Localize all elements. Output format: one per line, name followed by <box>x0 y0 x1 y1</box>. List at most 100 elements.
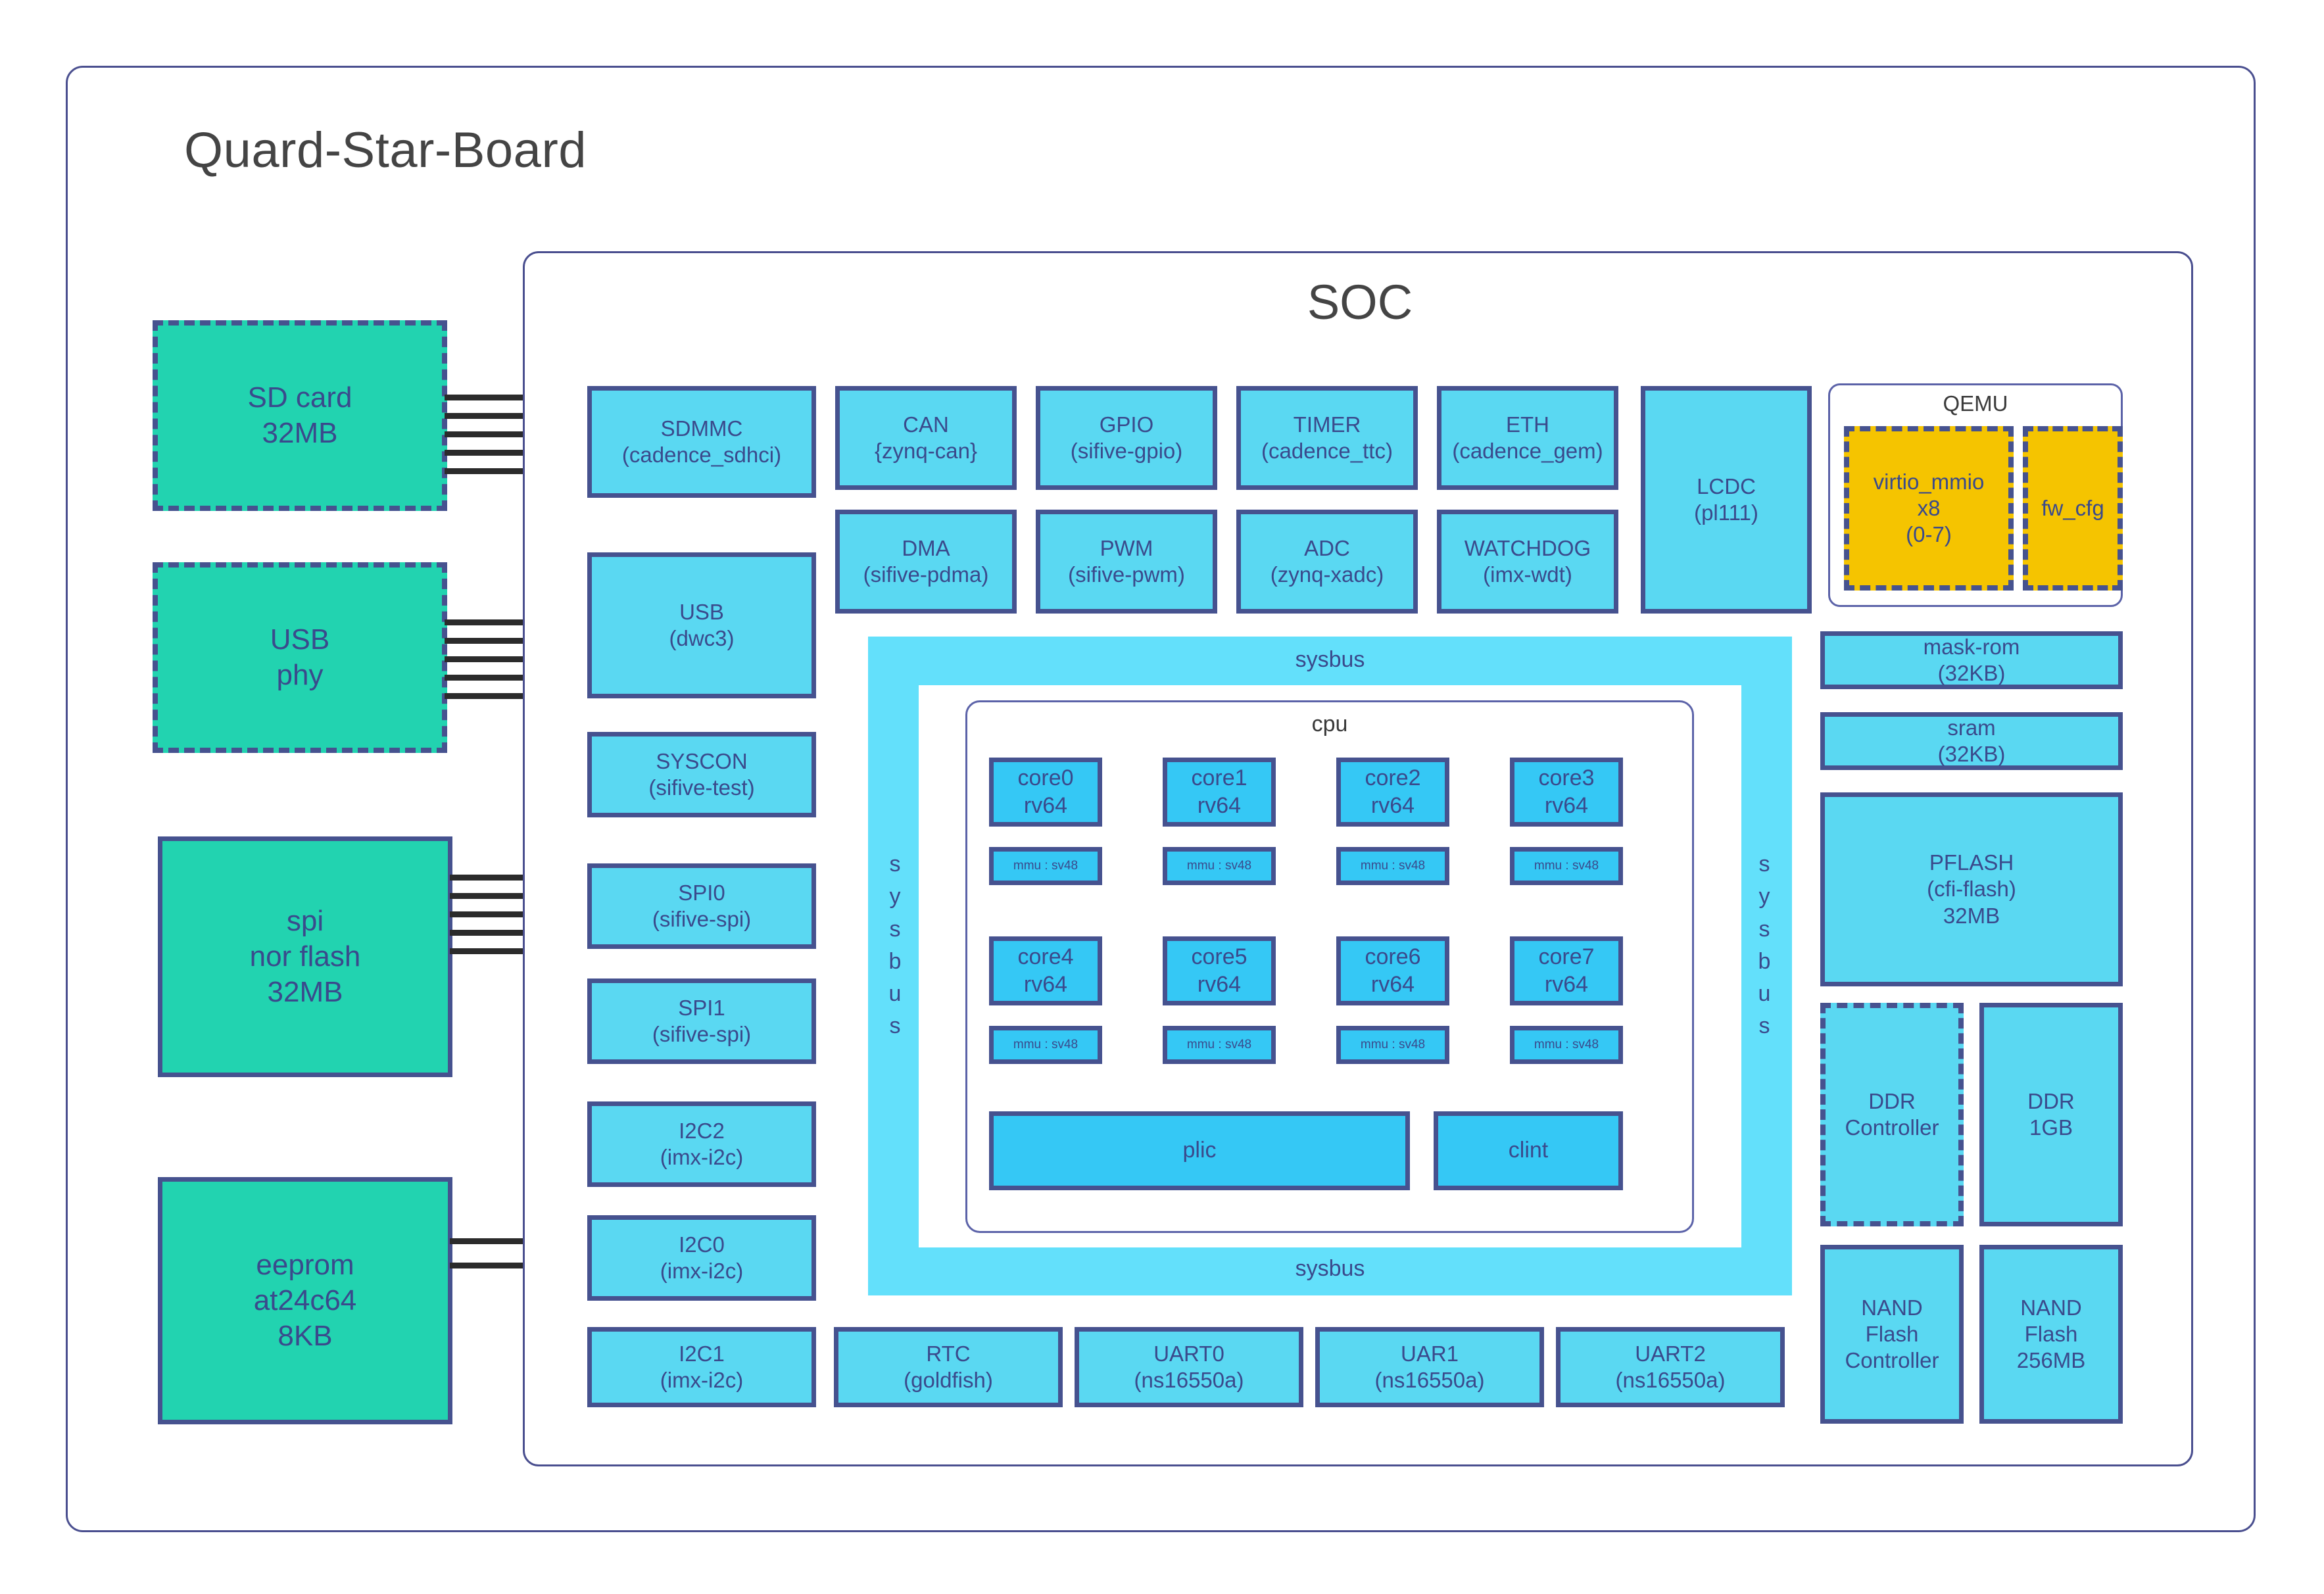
peripheral-spi1-line2: (sifive-spi) <box>652 1022 752 1046</box>
memory-nand-flash[interactable]: NAND Flash 256MB <box>1979 1245 2123 1424</box>
sysbus-top-label: sysbus <box>1295 647 1365 672</box>
peripheral-usb-line2: (dwc3) <box>669 626 735 650</box>
memory-mask-rom[interactable]: mask-rom (32KB) <box>1820 631 2123 689</box>
peripheral-eth[interactable]: ETH (cadence_gem) <box>1437 386 1618 490</box>
cpu-core-core1[interactable]: core1 rv64 <box>1163 758 1276 827</box>
external-spi-nor-flash-line2: nor flash <box>249 940 361 973</box>
peripheral-lcdc-line2: (pl111) <box>1694 500 1758 525</box>
peripheral-watchdog-line1: WATCHDOG <box>1464 535 1591 560</box>
peripheral-uart2-line2: (ns16550a) <box>1615 1368 1726 1392</box>
sysbus-left-letter: s <box>889 1013 901 1039</box>
peripheral-usb[interactable]: USB (dwc3) <box>587 552 816 698</box>
sysbus-right-label: s y s b u s <box>1744 848 1785 1043</box>
cpu-clint[interactable]: clint <box>1434 1111 1623 1190</box>
memory-mask-rom-line1: mask-rom <box>1923 634 2020 659</box>
memory-sram[interactable]: sram (32KB) <box>1820 712 2123 770</box>
cpu-core-core3[interactable]: core3 rv64 <box>1510 758 1623 827</box>
memory-pflash-line3: 32MB <box>1943 903 2000 928</box>
cpu-core3-line1: core3 <box>1538 765 1595 791</box>
sysbus-left-letter: s <box>889 852 901 877</box>
peripheral-spi1[interactable]: SPI1 (sifive-spi) <box>587 978 816 1064</box>
cpu-clint-label: clint <box>1508 1138 1549 1163</box>
memory-ddr[interactable]: DDR 1GB <box>1979 1003 2123 1226</box>
cpu-mmu-core0[interactable]: mmu : sv48 <box>989 847 1102 885</box>
external-block-usb-phy[interactable]: USB phy <box>153 562 447 753</box>
sysbus-right-letter: u <box>1758 981 1771 1007</box>
cpu-core-core5[interactable]: core5 rv64 <box>1163 936 1276 1005</box>
peripheral-gpio-line1: GPIO <box>1099 412 1154 437</box>
peripheral-can[interactable]: CAN {zynq-can} <box>835 386 1017 490</box>
cpu-mmu-core6[interactable]: mmu : sv48 <box>1336 1026 1449 1064</box>
memory-pflash[interactable]: PFLASH (cfi-flash) 32MB <box>1820 792 2123 986</box>
cpu-plic[interactable]: plic <box>989 1111 1410 1190</box>
sysbus-right-letter: s <box>1758 916 1770 942</box>
cpu-mmu-core5-label: mmu : sv48 <box>1186 1038 1252 1052</box>
sysbus-right-letter: s <box>1758 1013 1770 1039</box>
soc-title: SOC <box>1307 275 1413 329</box>
cpu-core-core7[interactable]: core7 rv64 <box>1510 936 1623 1005</box>
qemu-title: QEMU <box>1943 391 2008 416</box>
peripheral-i2c0-line1: I2C0 <box>679 1232 725 1257</box>
external-sd-card-line2: 32MB <box>262 417 338 449</box>
peripheral-adc[interactable]: ADC (zynq-xadc) <box>1236 510 1418 614</box>
memory-sram-line2: (32KB) <box>1937 742 2006 766</box>
cpu-mmu-core5[interactable]: mmu : sv48 <box>1163 1026 1276 1064</box>
peripheral-pwm[interactable]: PWM (sifive-pwm) <box>1036 510 1217 614</box>
cpu-core-core2[interactable]: core2 rv64 <box>1336 758 1449 827</box>
external-block-eeprom[interactable]: eeprom at24c64 8KB <box>158 1177 452 1424</box>
external-eeprom-line3: 8KB <box>278 1319 333 1352</box>
peripheral-gpio[interactable]: GPIO (sifive-gpio) <box>1036 386 1217 490</box>
peripheral-pwm-line1: PWM <box>1100 535 1153 560</box>
qemu-device-fw-cfg[interactable]: fw_cfg <box>2023 426 2123 591</box>
sysbus-left-letter: u <box>888 981 902 1007</box>
peripheral-sdmmc[interactable]: SDMMC (cadence_sdhci) <box>587 386 816 498</box>
peripheral-syscon[interactable]: SYSCON (sifive-test) <box>587 732 816 817</box>
sysbus-left-letter: b <box>888 948 902 974</box>
peripheral-eth-line1: ETH <box>1506 412 1549 437</box>
memory-nand-flash-controller[interactable]: NAND Flash Controller <box>1820 1245 1964 1424</box>
memory-ddr-controller[interactable]: DDR Controller <box>1820 1003 1964 1226</box>
cpu-mmu-core2[interactable]: mmu : sv48 <box>1336 847 1449 885</box>
cpu-core-core4[interactable]: core4 rv64 <box>989 936 1102 1005</box>
peripheral-timer[interactable]: TIMER (cadence_ttc) <box>1236 386 1418 490</box>
peripheral-uart1-line2: (ns16550a) <box>1374 1368 1485 1392</box>
qemu-device-virtio-mmio[interactable]: virtio_mmio x8 (0-7) <box>1844 426 2014 591</box>
peripheral-uart1[interactable]: UAR1 (ns16550a) <box>1315 1327 1544 1407</box>
cpu-mmu-core2-label: mmu : sv48 <box>1360 859 1426 873</box>
peripheral-uart0[interactable]: UART0 (ns16550a) <box>1075 1327 1303 1407</box>
peripheral-i2c0[interactable]: I2C0 (imx-i2c) <box>587 1215 816 1301</box>
peripheral-i2c1[interactable]: I2C1 (imx-i2c) <box>587 1327 816 1407</box>
peripheral-lcdc-line1: LCDC <box>1697 473 1756 498</box>
cpu-mmu-core3[interactable]: mmu : sv48 <box>1510 847 1623 885</box>
peripheral-watchdog[interactable]: WATCHDOG (imx-wdt) <box>1437 510 1618 614</box>
board-title: Quard-Star-Board <box>184 122 587 178</box>
peripheral-dma[interactable]: DMA (sifive-pdma) <box>835 510 1017 614</box>
cpu-mmu-core7[interactable]: mmu : sv48 <box>1510 1026 1623 1064</box>
peripheral-uart1-line1: UAR1 <box>1400 1341 1459 1366</box>
cpu-core6-line2: rv64 <box>1370 971 1415 997</box>
cpu-mmu-core1[interactable]: mmu : sv48 <box>1163 847 1276 885</box>
peripheral-spi0[interactable]: SPI0 (sifive-spi) <box>587 863 816 949</box>
external-block-sd-card[interactable]: SD card 32MB <box>153 320 447 511</box>
cpu-title: cpu <box>1311 712 1348 737</box>
cpu-core-core0[interactable]: core0 rv64 <box>989 758 1102 827</box>
memory-sram-line1: sram <box>1947 715 1996 740</box>
peripheral-lcdc[interactable]: LCDC (pl111) <box>1641 386 1812 614</box>
peripheral-pwm-line2: (sifive-pwm) <box>1068 562 1185 587</box>
peripheral-sdmmc-line1: SDMMC <box>660 416 743 441</box>
cpu-mmu-core6-label: mmu : sv48 <box>1360 1038 1426 1052</box>
external-spi-nor-flash-line1: spi <box>286 905 324 938</box>
qemu-virtio-mmio-line3: (0-7) <box>1906 522 1952 547</box>
qemu-fw-cfg-line1: fw_cfg <box>2041 495 2104 520</box>
memory-nand-flash-line1: NAND <box>2020 1295 2082 1320</box>
peripheral-rtc[interactable]: RTC (goldfish) <box>834 1327 1063 1407</box>
peripheral-i2c2[interactable]: I2C2 (imx-i2c) <box>587 1101 816 1187</box>
cpu-mmu-core4[interactable]: mmu : sv48 <box>989 1026 1102 1064</box>
peripheral-spi0-line1: SPI0 <box>678 880 725 905</box>
external-block-spi-nor-flash[interactable]: spi nor flash 32MB <box>158 836 452 1077</box>
peripheral-uart2[interactable]: UART2 (ns16550a) <box>1556 1327 1785 1407</box>
memory-nand-controller-line2: Flash <box>1865 1321 1919 1346</box>
external-eeprom-line2: at24c64 <box>253 1284 357 1317</box>
qemu-virtio-mmio-line1: virtio_mmio <box>1873 469 1985 494</box>
cpu-core-core6[interactable]: core6 rv64 <box>1336 936 1449 1005</box>
